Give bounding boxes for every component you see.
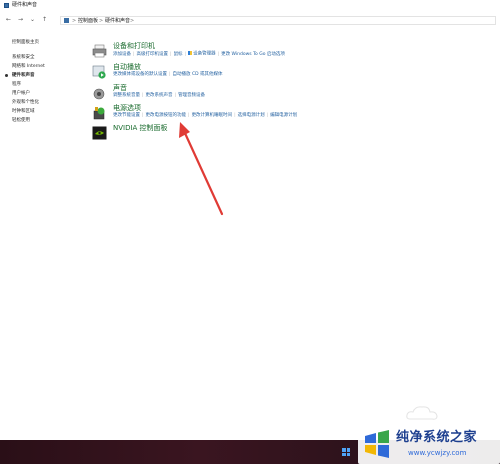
windows-start-icon[interactable] bbox=[342, 448, 350, 456]
watermark-url: www.ycwjzy.com bbox=[408, 449, 467, 457]
watermark-title: 纯净系统之家 bbox=[396, 430, 478, 445]
cloud-decoration-icon bbox=[406, 406, 438, 420]
annotation-arrow-icon bbox=[179, 122, 224, 216]
site-watermark: 纯净系统之家 www.ycwjzy.com bbox=[358, 425, 500, 464]
watermark-logo-icon bbox=[365, 430, 389, 458]
